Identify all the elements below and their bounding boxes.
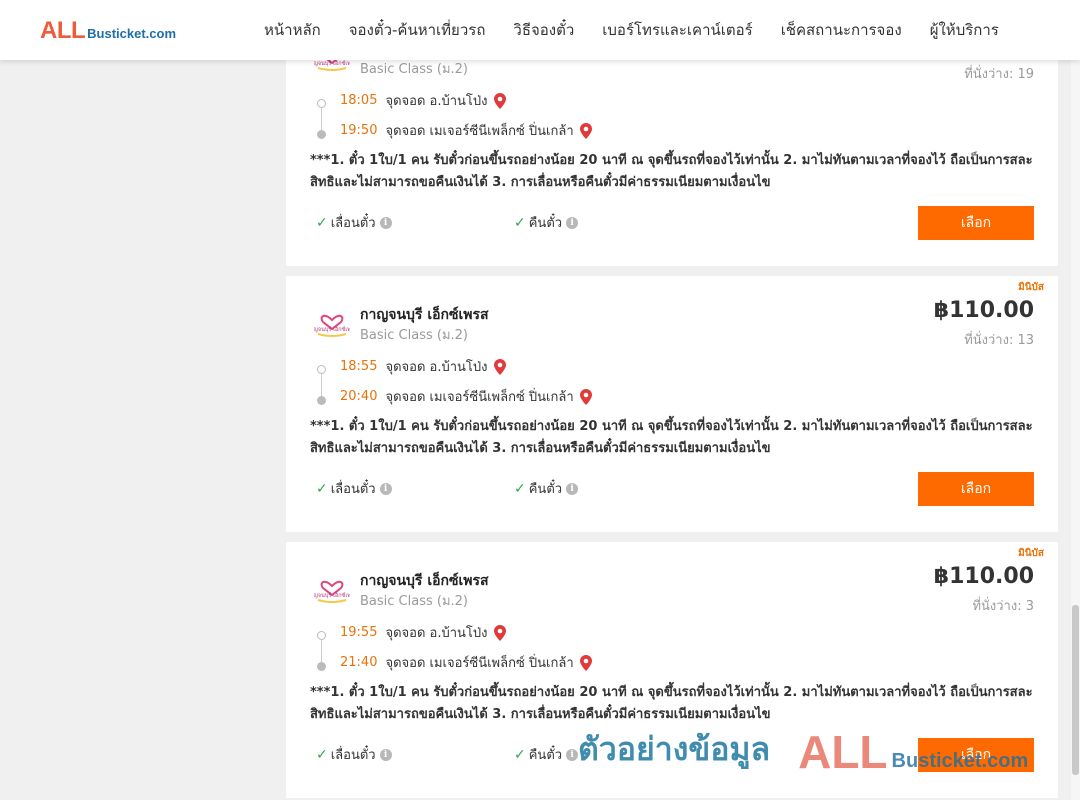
operator-logo-text: กาญจนบุรี เอ็กซ์เพรส	[314, 591, 350, 599]
trip-card: มินิบัส กาญจนบุรี เอ็กซ์เพรส กาญจนบุรี เ…	[286, 542, 1058, 798]
check-icon: ✓	[316, 746, 328, 763]
nav-book-search[interactable]: จองตั๋ว-ค้นหาเที่ยวรถ	[349, 18, 486, 42]
nav-check-booking[interactable]: เช็คสถานะการจอง	[781, 18, 902, 42]
departure-time: 19:55	[340, 625, 378, 640]
info-icon[interactable]: i	[566, 216, 579, 229]
scrollbar-thumb[interactable]	[1072, 605, 1079, 775]
route-timeline	[317, 99, 327, 139]
feature-reschedule-label: เลื่อนตั๋ว	[330, 216, 376, 231]
departure-stop: 18:05 จุดจอด อ.บ้านโป่ง	[340, 90, 506, 111]
select-trip-button[interactable]: เลือก	[918, 472, 1034, 506]
map-pin-icon[interactable]	[493, 358, 506, 375]
seats-available: ที่นั่งว่าง: 19	[964, 67, 1034, 82]
operator-logo: กาญจนบุรี เอ็กซ์เพรส	[314, 580, 350, 603]
bus-type-tag: มินิบัส	[1018, 548, 1044, 559]
seats-available: ที่นั่งว่าง: 3	[972, 599, 1034, 614]
operator-name: กาญจนบุรี เอ็กซ์เพรส	[360, 307, 489, 323]
ticket-price: ฿110.00	[933, 564, 1034, 589]
info-icon[interactable]: i	[379, 482, 392, 495]
map-pin-icon[interactable]	[493, 92, 506, 109]
check-icon: ✓	[514, 746, 526, 763]
logo-busticket-text: Busticket.com	[87, 26, 177, 41]
feature-reschedule-label: เลื่อนตั๋ว	[330, 748, 376, 763]
feature-reschedule-label: เลื่อนตั๋ว	[330, 482, 376, 497]
departure-time: 18:55	[340, 359, 378, 374]
nav-operators[interactable]: ผู้ให้บริการ	[930, 18, 999, 42]
nav-how-to-book[interactable]: วิธีจองตั๋ว	[513, 18, 574, 42]
map-pin-icon[interactable]	[579, 122, 592, 139]
route-timeline	[317, 365, 327, 405]
bus-class: Basic Class (ม.2)	[360, 328, 468, 343]
map-pin-icon[interactable]	[579, 654, 592, 671]
map-pin-icon[interactable]	[579, 388, 592, 405]
trip-card: มินิบัส กาญจนบุรี เอ็กซ์เพรส กาญจนบุรี เ…	[286, 276, 1058, 532]
feature-refund-label: คืนตั๋ว	[528, 482, 563, 497]
timeline-start-dot	[317, 365, 326, 374]
timeline-start-dot	[317, 99, 326, 108]
arrival-stop: 19:50 จุดจอด เมเจอร์ซีนีเพล็กซ์ ปิ่นเกล้…	[340, 120, 592, 141]
select-trip-button[interactable]: เลือก	[918, 738, 1034, 772]
timeline-line	[321, 640, 322, 662]
arrival-time: 20:40	[340, 389, 378, 404]
feature-refund-label: คืนตั๋ว	[528, 748, 563, 763]
feature-refund: ✓ คืนตั๋ว i	[514, 478, 579, 499]
info-icon[interactable]: i	[379, 216, 392, 229]
timeline-line	[321, 374, 322, 396]
timeline-end-dot	[317, 130, 326, 139]
departure-stop: 18:55 จุดจอด อ.บ้านโป่ง	[340, 356, 506, 377]
site-logo[interactable]: ALL Busticket.com	[40, 19, 176, 43]
operator-name: กาญจนบุรี เอ็กซ์เพรส	[360, 573, 489, 589]
ticket-price: ฿110.00	[933, 298, 1034, 323]
arrival-place: จุดจอด เมเจอร์ซีนีเพล็กซ์ ปิ่นเกล้า	[385, 656, 574, 671]
departure-time: 18:05	[340, 93, 378, 108]
main-nav: หน้าหลัก จองตั๋ว-ค้นหาเที่ยวรถ วิธีจองตั…	[250, 0, 1013, 60]
departure-place: จุดจอด อ.บ้านโป่ง	[385, 360, 488, 375]
timeline-line	[321, 108, 322, 130]
arrival-place: จุดจอด เมเจอร์ซีนีเพล็กซ์ ปิ่นเกล้า	[385, 390, 574, 405]
check-icon: ✓	[316, 214, 328, 231]
nav-contact-counter[interactable]: เบอร์โทรและเคาน์เตอร์	[602, 18, 752, 42]
operator-logo-text: กาญจนบุรี เอ็กซ์เพรส	[314, 59, 350, 67]
page-scrollbar[interactable]	[1071, 60, 1080, 800]
feature-reschedule: ✓ เลื่อนตั๋ว i	[316, 212, 392, 233]
route-timeline	[317, 631, 327, 671]
departure-place: จุดจอด อ.บ้านโป่ง	[385, 626, 488, 641]
nav-home[interactable]: หน้าหลัก	[264, 18, 321, 42]
timeline-start-dot	[317, 631, 326, 640]
timeline-end-dot	[317, 662, 326, 671]
ticket-conditions-note: ***1. ตั๋ว 1ใบ/1 คน รับตั๋วก่อนขึ้นรถอย่…	[310, 685, 1033, 722]
arrival-place: จุดจอด เมเจอร์ซีนีเพล็กซ์ ปิ่นเกล้า	[385, 124, 574, 139]
arrival-time: 19:50	[340, 123, 378, 138]
operator-logo: กาญจนบุรี เอ็กซ์เพรส	[314, 314, 350, 337]
feature-refund: ✓ คืนตั๋ว i	[514, 212, 579, 233]
operator-logo-text: กาญจนบุรี เอ็กซ์เพรส	[314, 325, 350, 333]
ticket-conditions-note: ***1. ตั๋ว 1ใบ/1 คน รับตั๋วก่อนขึ้นรถอย่…	[310, 419, 1033, 456]
feature-reschedule: ✓ เลื่อนตั๋ว i	[316, 478, 392, 499]
seats-available: ที่นั่งว่าง: 13	[964, 333, 1034, 348]
check-icon: ✓	[514, 214, 526, 231]
site-header: ALL Busticket.com หน้าหลัก จองตั๋ว-ค้นหา…	[0, 0, 1080, 60]
bus-class: Basic Class (ม.2)	[360, 62, 468, 77]
info-icon[interactable]: i	[379, 748, 392, 761]
timeline-end-dot	[317, 396, 326, 405]
logo-all-text: ALL	[40, 17, 86, 44]
select-trip-button[interactable]: เลือก	[918, 206, 1034, 240]
check-icon: ✓	[316, 480, 328, 497]
bus-type-tag: มินิบัส	[1018, 282, 1044, 293]
map-pin-icon[interactable]	[493, 624, 506, 641]
feature-reschedule: ✓ เลื่อนตั๋ว i	[316, 744, 392, 765]
bus-class: Basic Class (ม.2)	[360, 594, 468, 609]
arrival-stop: 20:40 จุดจอด เมเจอร์ซีนีเพล็กซ์ ปิ่นเกล้…	[340, 386, 592, 407]
feature-refund: ✓ คืนตั๋ว i	[514, 744, 579, 765]
info-icon[interactable]: i	[566, 482, 579, 495]
ticket-conditions-note: ***1. ตั๋ว 1ใบ/1 คน รับตั๋วก่อนขึ้นรถอย่…	[310, 153, 1033, 190]
info-icon[interactable]: i	[566, 748, 579, 761]
arrival-stop: 21:40 จุดจอด เมเจอร์ซีนีเพล็กซ์ ปิ่นเกล้…	[340, 652, 592, 673]
departure-place: จุดจอด อ.บ้านโป่ง	[385, 94, 488, 109]
arrival-time: 21:40	[340, 655, 378, 670]
check-icon: ✓	[514, 480, 526, 497]
departure-stop: 19:55 จุดจอด อ.บ้านโป่ง	[340, 622, 506, 643]
feature-refund-label: คืนตั๋ว	[528, 216, 563, 231]
